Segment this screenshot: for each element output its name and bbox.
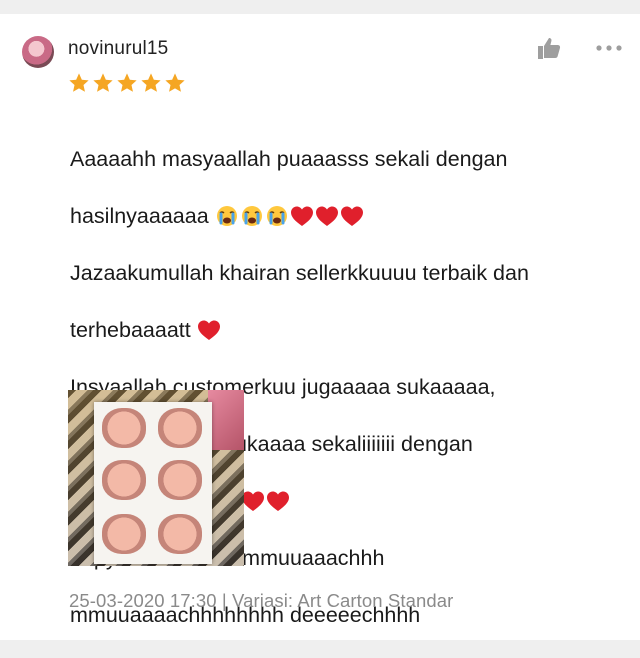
review-line: terhebaaaatt bbox=[70, 316, 630, 345]
red-heart-icon bbox=[315, 206, 338, 226]
review-line: Aaaaahh masyaallah puaaasss sekali denga… bbox=[70, 146, 508, 171]
review-line: hasilnyaaaaaa bbox=[70, 202, 630, 231]
baby-photo bbox=[102, 408, 146, 448]
star-icon bbox=[141, 73, 161, 92]
thumbs-up-icon[interactable] bbox=[536, 36, 562, 60]
rating-stars bbox=[68, 72, 186, 94]
username[interactable]: novinurul15 bbox=[68, 38, 168, 60]
emoji-group bbox=[241, 490, 290, 512]
red-heart-icon bbox=[266, 491, 289, 511]
emoji-group bbox=[215, 205, 364, 227]
review-card: novinurul15 Aaaaahh masyaallah puaaasss … bbox=[0, 14, 640, 640]
avatar[interactable] bbox=[22, 36, 54, 68]
review-line-text: terhebaaaatt bbox=[70, 317, 191, 342]
review-photo[interactable] bbox=[68, 390, 244, 566]
baby-photo bbox=[102, 514, 146, 554]
baby-photo bbox=[102, 460, 146, 500]
review-line-text: hasilnyaaaaaa bbox=[70, 203, 209, 228]
review-text: Aaaaahh masyaallah puaaasss sekali denga… bbox=[70, 116, 630, 658]
review-meta: 25-03-2020 17:30 | Variasi: Art Carton S… bbox=[69, 590, 454, 611]
printed-photo-sheet bbox=[94, 402, 212, 564]
crying-face-icon bbox=[266, 205, 287, 226]
red-heart-icon bbox=[290, 206, 313, 226]
emoji-group bbox=[197, 319, 221, 341]
review-line: Jazaakumullah khairan sellerkkuuuu terba… bbox=[70, 260, 529, 285]
star-icon bbox=[93, 73, 113, 92]
baby-photo bbox=[158, 408, 202, 448]
red-heart-icon bbox=[197, 320, 220, 340]
baby-photo bbox=[158, 514, 202, 554]
star-icon bbox=[165, 73, 185, 92]
more-dots-icon[interactable] bbox=[594, 36, 624, 60]
red-heart-icon bbox=[340, 206, 363, 226]
crying-face-icon bbox=[241, 205, 262, 226]
crying-face-icon bbox=[216, 205, 237, 226]
baby-photo bbox=[158, 460, 202, 500]
red-heart-icon bbox=[241, 491, 264, 511]
pink-cushion bbox=[208, 390, 244, 450]
star-icon bbox=[69, 73, 89, 92]
star-icon bbox=[117, 73, 137, 92]
